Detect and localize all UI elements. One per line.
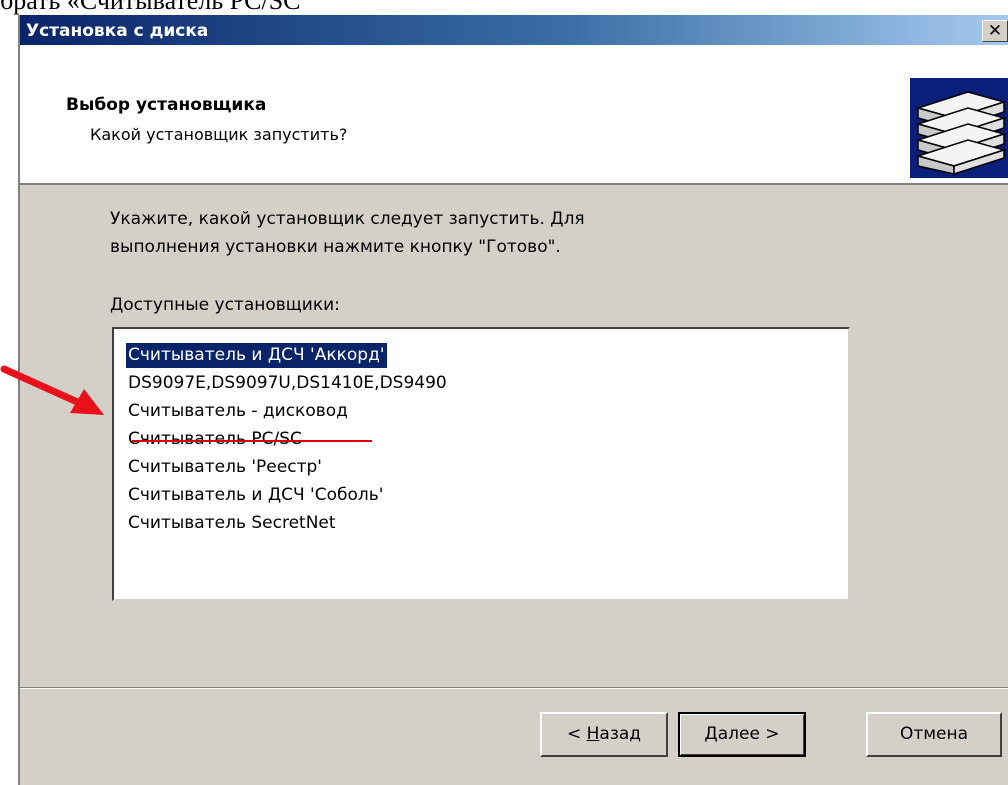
close-button[interactable]: ✕ — [982, 20, 1008, 42]
header-subtitle: Какой установщик запустить? — [90, 125, 348, 144]
back-rest: азад — [599, 724, 642, 744]
installers-list-label: Доступные установщики: — [110, 295, 340, 315]
instruction-line-1: Укажите, какой установщик следует запуст… — [110, 209, 585, 229]
label-accelerator: Д — [110, 295, 124, 315]
list-item[interactable]: Считыватель 'Реестр' — [126, 455, 324, 480]
wizard-header: Выбор установщика Какой установщик запус… — [20, 45, 1008, 185]
title-bar[interactable]: Установка с диска ✕ — [20, 15, 1008, 45]
button-divider — [20, 687, 1008, 689]
next-button[interactable]: Далее > — [678, 712, 806, 757]
list-item[interactable]: Считыватель и ДСЧ 'Соболь' — [126, 483, 385, 508]
back-prefix: < — [566, 724, 587, 744]
next-rest: алее > — [717, 724, 780, 744]
list-item[interactable]: Считыватель - дисковод — [126, 399, 350, 424]
cancel-button[interactable]: Отмена — [866, 712, 1002, 757]
back-button[interactable]: < Назад — [540, 712, 668, 757]
list-item[interactable]: DS9097E,DS9097U,DS1410E,DS9490 — [126, 371, 449, 396]
annotation-arrow-icon — [0, 365, 104, 415]
next-accelerator: Д — [704, 724, 718, 744]
header-title: Выбор установщика — [66, 95, 267, 115]
install-disk-icon — [910, 78, 1008, 178]
document-caption: брать «Считыватель PC/SC». — [0, 0, 300, 15]
instruction-text: Укажите, какой установщик следует запуст… — [110, 205, 585, 261]
back-accelerator: Н — [586, 724, 600, 744]
install-from-disk-dialog: Установка с диска ✕ Выбор установщика Ка… — [18, 15, 1008, 785]
installers-listbox[interactable]: Считыватель и ДСЧ 'Аккорд' DS9097E,DS909… — [112, 327, 850, 601]
list-item[interactable]: Считыватель SecretNet — [126, 511, 338, 536]
label-rest: оступные установщики: — [123, 295, 340, 315]
instruction-line-2: выполнения установки нажмите кнопку "Гот… — [110, 237, 561, 257]
window-title: Установка с диска — [26, 21, 209, 41]
annotation-underline — [132, 440, 372, 442]
list-item[interactable]: Считыватель и ДСЧ 'Аккорд' — [125, 342, 388, 369]
